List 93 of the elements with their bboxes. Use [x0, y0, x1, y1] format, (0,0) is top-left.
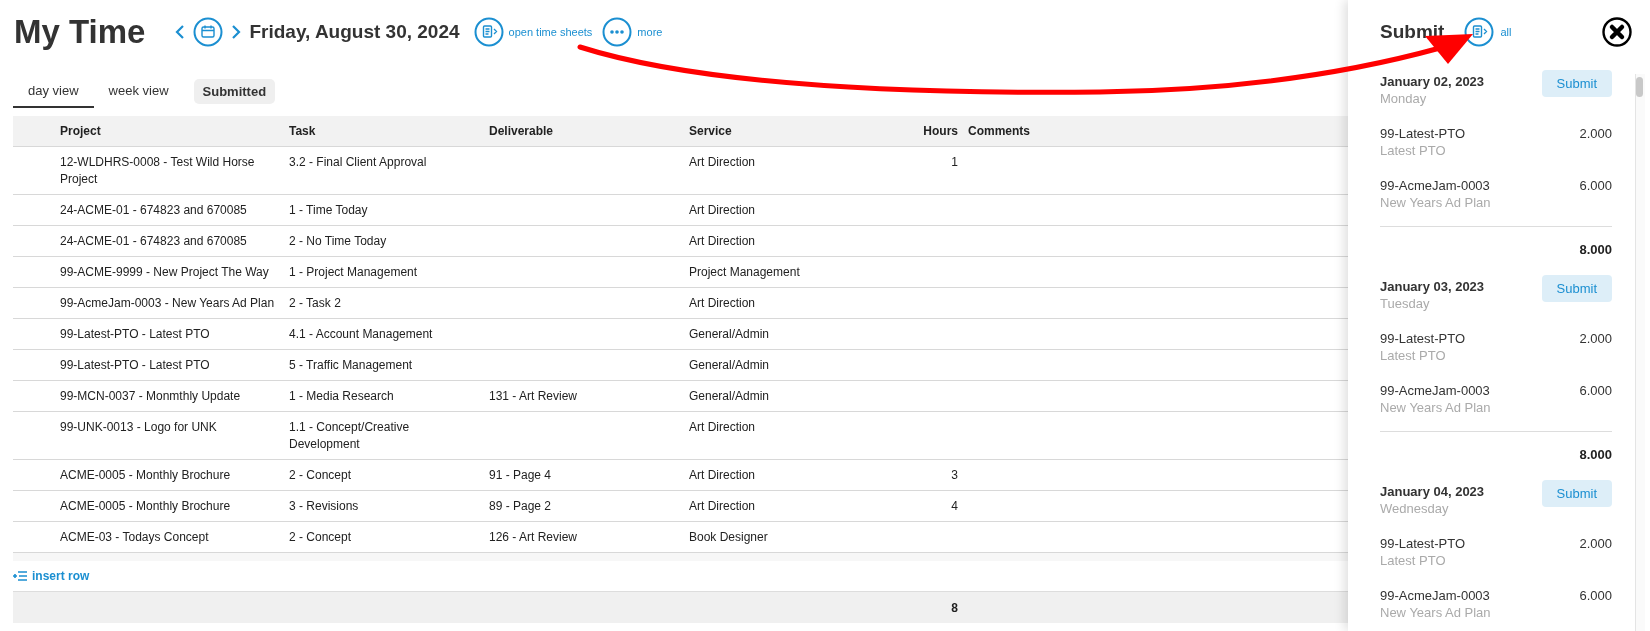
table-cell: 131 - Art Review — [484, 381, 684, 412]
table-cell: Art Direction — [684, 195, 880, 226]
action-link[interactable]: open time sheets — [508, 26, 593, 38]
table-cell: 89 - Page 2 — [484, 491, 684, 522]
day-total: 8.000 — [1578, 242, 1612, 257]
entry-name: Latest PTO — [1380, 348, 1447, 363]
view-tab[interactable]: week view — [93, 74, 184, 108]
table-cell: 1 - Media Research — [284, 381, 484, 412]
submit-button[interactable]: Submit — [1541, 275, 1612, 302]
entry-code: 99-AcmeJam-0003 — [1380, 383, 1491, 398]
entry-code: 99-AcmeJam-0003 — [1380, 178, 1491, 193]
table-cell: 99-UNK-0013 - Logo for UNK — [55, 412, 284, 460]
column-header: Task — [284, 116, 484, 147]
calendar-icon[interactable] — [193, 17, 224, 47]
entry-name: Latest PTO — [1380, 553, 1447, 568]
table-cell: 99-Latest-PTO - Latest PTO — [55, 350, 284, 381]
entry-name: Latest PTO — [1380, 143, 1447, 158]
table-cell: General/Admin — [684, 319, 880, 350]
entry-hours: 2.000 — [1579, 126, 1612, 143]
table-cell: 12-WLDHRS-0008 - Test Wild Horse Project — [55, 147, 284, 195]
timesheet-icon[interactable] — [473, 17, 504, 47]
filter-chip[interactable]: Submitted — [193, 78, 276, 104]
entry-hours: 2.000 — [1579, 331, 1612, 348]
column-header: Comments — [963, 116, 1348, 147]
entry-hours: 6.000 — [1579, 178, 1612, 195]
table-cell: 3 — [880, 460, 963, 491]
entry-hours: 6.000 — [1579, 588, 1612, 605]
column-header: Project — [55, 116, 284, 147]
view-tab[interactable]: day view — [13, 74, 94, 108]
table-cell: General/Admin — [684, 381, 880, 412]
table-cell: Art Direction — [684, 412, 880, 460]
table-cell: ACME-0005 - Monthly Brochure — [55, 491, 284, 522]
previous-icon[interactable] — [175, 24, 186, 40]
table-cell: Art Direction — [684, 226, 880, 257]
table-cell: General/Admin — [684, 350, 880, 381]
table-cell: 1 — [880, 147, 963, 195]
current-date: Friday, August 30, 2024 — [249, 21, 460, 43]
entry-code: 99-Latest-PTO — [1380, 331, 1466, 346]
entry-name: New Years Ad Plan — [1380, 605, 1491, 620]
day-date: January 03, 2023 — [1380, 279, 1485, 294]
action-link[interactable]: more — [637, 26, 663, 38]
table-cell: Art Direction — [684, 147, 880, 195]
timesheet-icon[interactable] — [1464, 17, 1495, 47]
total-hours: 8 — [950, 600, 959, 617]
next-icon[interactable] — [231, 24, 242, 40]
table-cell: Art Direction — [684, 491, 880, 522]
table-cell: 99-MCN-0037 - Monmthly Update — [55, 381, 284, 412]
table-cell: Art Direction — [684, 460, 880, 491]
insert-row-icon[interactable] — [13, 571, 27, 581]
table-cell: 4.1 - Account Management — [284, 319, 484, 350]
table-cell: Art Direction — [684, 288, 880, 319]
entry-code: 99-AcmeJam-0003 — [1380, 588, 1491, 603]
insert-row-link[interactable]: insert row — [32, 569, 90, 583]
table-cell: 99-AcmeJam-0003 - New Years Ad Plan — [55, 288, 284, 319]
weekday: Tuesday — [1380, 296, 1431, 311]
table-cell: ACME-0005 - Monthly Brochure — [55, 460, 284, 491]
column-header: Hours — [880, 116, 963, 147]
column-header: Service — [684, 116, 880, 147]
table-cell: 1.1 - Concept/Creative Development — [284, 412, 484, 460]
entry-name: New Years Ad Plan — [1380, 400, 1491, 415]
table-cell: 5 - Traffic Management — [284, 350, 484, 381]
table-cell: 3.2 - Final Client Approval — [284, 147, 484, 195]
table-cell: 2 - No Time Today — [284, 226, 484, 257]
more-icon[interactable] — [602, 17, 633, 47]
scrollbar-thumb[interactable] — [1636, 77, 1643, 97]
day-date: January 02, 2023 — [1380, 74, 1485, 89]
submit-all-link[interactable]: all — [1500, 26, 1512, 38]
entry-code: 99-Latest-PTO — [1380, 126, 1466, 141]
day-date: January 04, 2023 — [1380, 484, 1485, 499]
entry-name: New Years Ad Plan — [1380, 195, 1491, 210]
table-cell: 1 - Project Management — [284, 257, 484, 288]
table-cell: 4 — [880, 491, 963, 522]
entry-hours: 2.000 — [1579, 536, 1612, 553]
table-cell: 24-ACME-01 - 674823 and 670085 — [55, 195, 284, 226]
weekday: Wednesday — [1380, 501, 1450, 516]
table-cell: 99-ACME-9999 - New Project The Way — [55, 257, 284, 288]
day-total: 8.000 — [1578, 447, 1612, 462]
weekday: Monday — [1380, 91, 1428, 106]
table-cell: 3 - Revisions — [284, 491, 484, 522]
column-header: Deliverable — [484, 116, 684, 147]
page-title: My Time — [14, 13, 146, 51]
table-cell: Project Management — [684, 257, 880, 288]
entry-code: 99-Latest-PTO — [1380, 536, 1466, 551]
table-cell: 2 - Task 2 — [284, 288, 484, 319]
close-icon[interactable] — [1602, 17, 1632, 47]
table-cell: 1 - Time Today — [284, 195, 484, 226]
submit-button[interactable]: Submit — [1541, 70, 1612, 97]
table-cell: 2 - Concept — [284, 460, 484, 491]
entry-hours: 6.000 — [1579, 383, 1612, 400]
table-cell: 24-ACME-01 - 674823 and 670085 — [55, 226, 284, 257]
submit-button[interactable]: Submit — [1541, 480, 1612, 507]
table-cell: 91 - Page 4 — [484, 460, 684, 491]
table-cell: 99-Latest-PTO - Latest PTO — [55, 319, 284, 350]
